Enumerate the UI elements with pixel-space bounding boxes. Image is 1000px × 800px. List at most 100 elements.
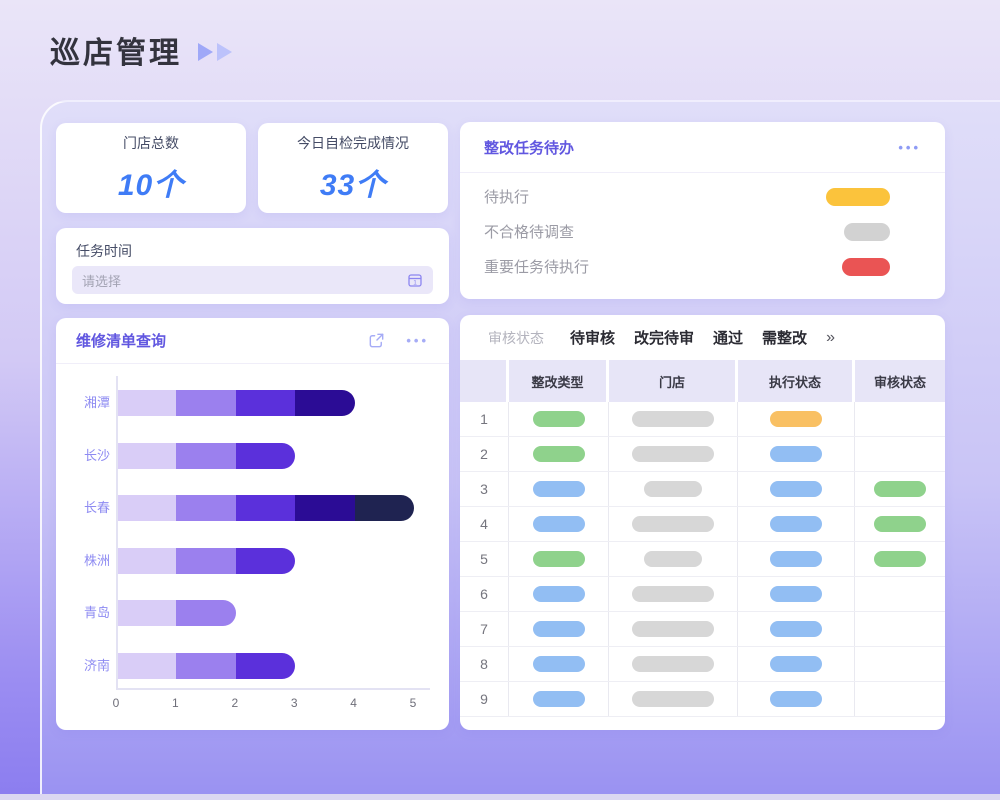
table-cell bbox=[609, 612, 738, 646]
tab-待审核[interactable]: 待审核 bbox=[570, 327, 615, 348]
todo-status-pill bbox=[826, 188, 890, 206]
share-icon[interactable] bbox=[367, 331, 386, 350]
status-pill-blue bbox=[533, 586, 585, 602]
repair-panel-header: 维修清单查询 ••• bbox=[56, 318, 449, 363]
chart-category-row: 湘潭 bbox=[56, 390, 449, 416]
row-number: 8 bbox=[480, 656, 488, 672]
chart-category-label: 株洲 bbox=[62, 548, 110, 574]
status-pill-blue bbox=[770, 586, 822, 602]
bar-segment bbox=[117, 443, 176, 469]
status-pill-blue bbox=[770, 691, 822, 707]
stacked-bar bbox=[117, 390, 355, 416]
task-time-placeholder: 请选择 bbox=[82, 271, 121, 290]
stacked-bar bbox=[117, 548, 295, 574]
table-row[interactable]: 5 bbox=[460, 542, 945, 577]
row-number-cell: 3 bbox=[460, 472, 509, 506]
table-cell bbox=[509, 577, 609, 611]
todo-item-label: 不合格待调查 bbox=[484, 221, 574, 242]
table-row[interactable]: 1 bbox=[460, 402, 945, 437]
tabs-more-chevron[interactable]: » bbox=[826, 329, 835, 347]
status-pill-blue bbox=[770, 516, 822, 532]
table-cell bbox=[855, 577, 945, 611]
row-number: 7 bbox=[480, 621, 488, 637]
table-row[interactable]: 8 bbox=[460, 647, 945, 682]
status-pill-blue bbox=[533, 481, 585, 497]
table-row[interactable]: 2 bbox=[460, 437, 945, 472]
bar-segment bbox=[176, 443, 235, 469]
todo-item[interactable]: 不合格待调查 bbox=[460, 214, 945, 249]
stat-label: 今日自检完成情况 bbox=[297, 133, 409, 153]
ellipsis-menu-icon[interactable]: ••• bbox=[898, 140, 921, 155]
table-cell bbox=[509, 612, 609, 646]
row-number-cell: 9 bbox=[460, 682, 509, 716]
status-pill-gray_long bbox=[632, 446, 714, 462]
stat-card-self-check: 今日自检完成情况 33个 bbox=[258, 123, 448, 213]
chart-category-row: 长沙 bbox=[56, 443, 449, 469]
row-number: 2 bbox=[480, 446, 488, 462]
table-cell bbox=[855, 402, 945, 436]
table-row[interactable]: 9 bbox=[460, 682, 945, 717]
status-pill-green bbox=[874, 551, 926, 567]
table-cell bbox=[738, 682, 855, 716]
table-cell bbox=[738, 577, 855, 611]
row-number: 3 bbox=[480, 481, 488, 497]
status-pill-green bbox=[533, 411, 585, 427]
status-pill-orange bbox=[770, 411, 822, 427]
status-pill-blue bbox=[533, 516, 585, 532]
row-number-cell: 7 bbox=[460, 612, 509, 646]
stacked-bar bbox=[117, 495, 414, 521]
bar-segment bbox=[176, 390, 235, 416]
table-column-header bbox=[460, 360, 509, 402]
table-cell bbox=[855, 612, 945, 646]
calendar-icon[interactable]: 1 bbox=[407, 272, 423, 288]
stacked-bar bbox=[117, 443, 295, 469]
todo-status-pill bbox=[844, 223, 890, 241]
stat-value: 33个 bbox=[320, 160, 386, 204]
table-cell bbox=[738, 612, 855, 646]
bar-segment bbox=[236, 495, 295, 521]
chart-x-tick-label: 1 bbox=[172, 696, 179, 710]
table-row[interactable]: 6 bbox=[460, 577, 945, 612]
table-cell bbox=[609, 542, 738, 576]
chart-x-tick-label: 0 bbox=[113, 696, 120, 710]
row-number: 4 bbox=[480, 516, 488, 532]
bar-segment bbox=[236, 443, 295, 469]
table-cell bbox=[609, 647, 738, 681]
double-play-icon bbox=[198, 43, 232, 61]
todo-item[interactable]: 重要任务待执行 bbox=[460, 249, 945, 284]
status-pill-blue bbox=[770, 656, 822, 672]
tab-通过[interactable]: 通过 bbox=[713, 327, 743, 348]
repair-bar-chart: 湘潭长沙长春株洲青岛济南012345 bbox=[56, 364, 449, 730]
tab-需整改[interactable]: 需整改 bbox=[762, 327, 807, 348]
bar-segment bbox=[295, 495, 354, 521]
bar-segment bbox=[176, 548, 235, 574]
table-cell bbox=[609, 682, 738, 716]
table-row[interactable]: 7 bbox=[460, 612, 945, 647]
table-cell bbox=[509, 682, 609, 716]
chart-x-tick-label: 3 bbox=[291, 696, 298, 710]
bar-segment bbox=[176, 653, 235, 679]
ellipsis-menu-icon[interactable]: ••• bbox=[406, 333, 429, 348]
bar-segment bbox=[117, 548, 176, 574]
table-cell bbox=[738, 402, 855, 436]
task-time-select[interactable]: 请选择 1 bbox=[72, 266, 433, 294]
table-row[interactable]: 4 bbox=[460, 507, 945, 542]
table-row[interactable]: 3 bbox=[460, 472, 945, 507]
review-table-panel: 审核状态 待审核改完待审通过需整改 » 整改类型门店执行状态审核状态 12345… bbox=[460, 315, 945, 730]
task-time-card: 任务时间 请选择 1 bbox=[56, 228, 449, 304]
bar-segment bbox=[355, 495, 414, 521]
chart-category-row: 长春 bbox=[56, 495, 449, 521]
tab-改完待审[interactable]: 改完待审 bbox=[634, 327, 694, 348]
todo-panel-header: 整改任务待办 ••• bbox=[460, 122, 945, 172]
row-number-cell: 4 bbox=[460, 507, 509, 541]
chart-x-axis-line bbox=[116, 688, 430, 690]
row-number-cell: 8 bbox=[460, 647, 509, 681]
chart-category-label: 长春 bbox=[62, 495, 110, 521]
repair-panel-title: 维修清单查询 bbox=[76, 330, 367, 351]
todo-item-label: 重要任务待执行 bbox=[484, 256, 589, 277]
table-cell bbox=[855, 647, 945, 681]
table-cell bbox=[738, 437, 855, 471]
table-cell bbox=[509, 472, 609, 506]
todo-item[interactable]: 待执行 bbox=[460, 179, 945, 214]
status-pill-blue bbox=[533, 621, 585, 637]
